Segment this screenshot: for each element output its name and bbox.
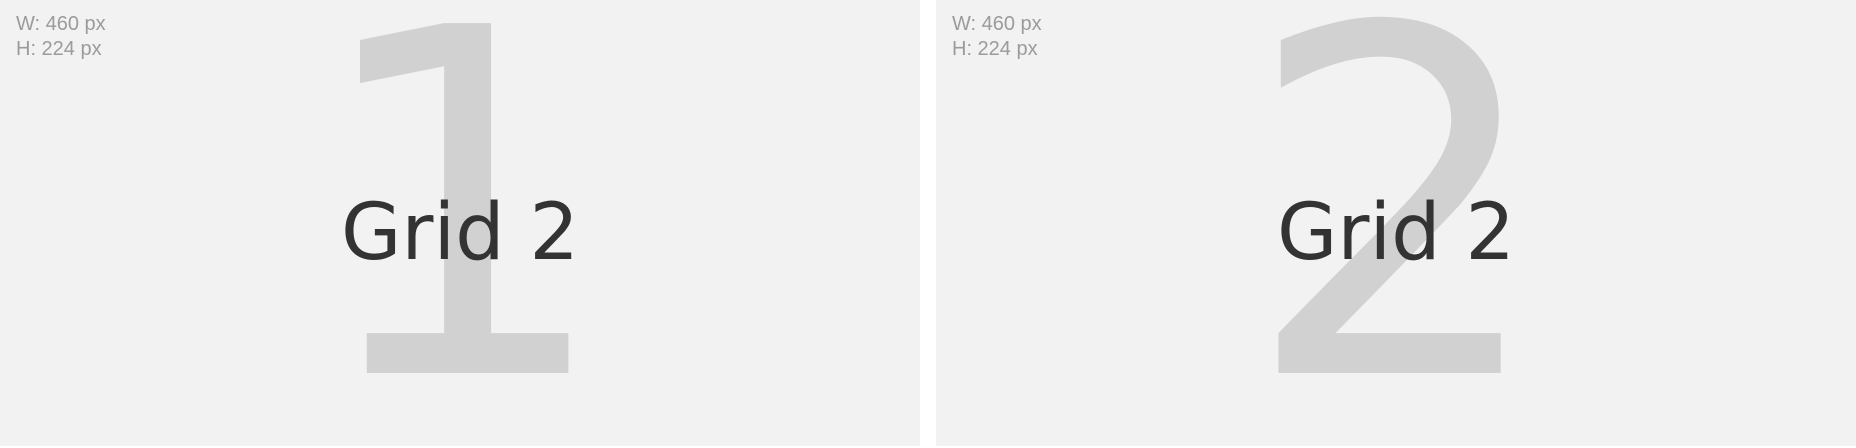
grid-preview: W: 460 px H: 224 px 1 Grid 2 W: 460 px H… bbox=[0, 0, 1856, 448]
grid-cell-2: W: 460 px H: 224 px 2 Grid 2 bbox=[936, 0, 1856, 446]
cell-label: Grid 2 bbox=[1276, 188, 1516, 278]
grid-cell-1: W: 460 px H: 224 px 1 Grid 2 bbox=[0, 0, 920, 446]
cell-label: Grid 2 bbox=[340, 188, 580, 278]
